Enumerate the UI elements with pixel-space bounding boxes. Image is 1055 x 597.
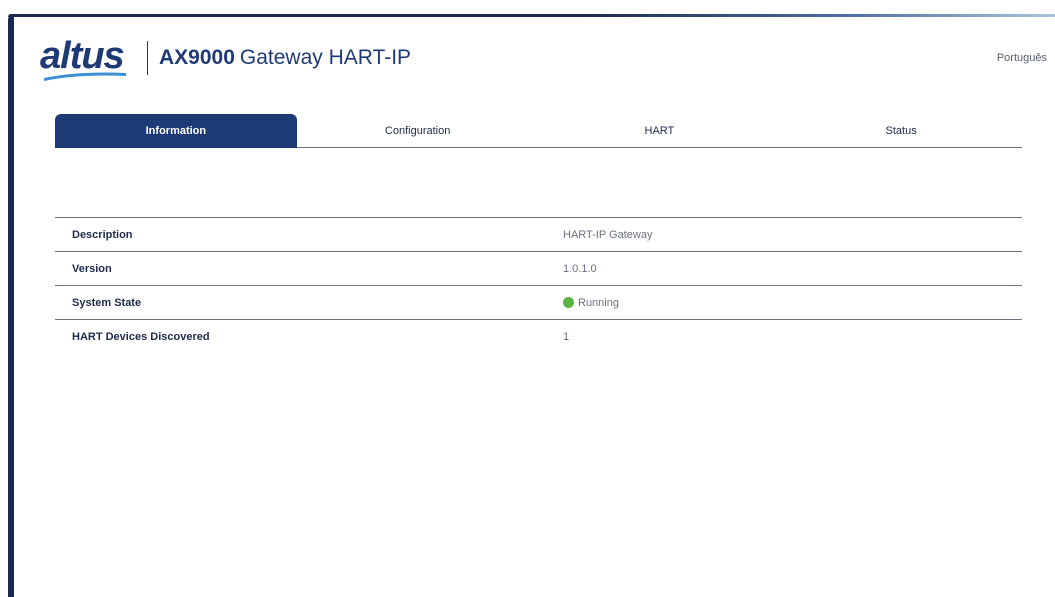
row-label: HART Devices Discovered [72, 330, 210, 343]
table-row: System State Running [55, 285, 1022, 319]
table-row: HART Devices Discovered 1 [55, 319, 1022, 353]
row-value: 1 [563, 330, 570, 343]
language-link[interactable]: Português [997, 52, 1047, 64]
system-state-text: Running [578, 296, 619, 309]
altus-logo-icon: altus [40, 35, 126, 81]
main-tabs: Information Configuration HART Status [55, 114, 1022, 148]
status-green-dot-icon [563, 297, 574, 308]
product-title: AX9000 Gateway HART-IP [159, 45, 411, 71]
altus-logo: altus [38, 33, 138, 85]
row-label: System State [72, 296, 142, 309]
tab-status[interactable]: Status [780, 114, 1022, 148]
information-table: Description HART-IP Gateway Version 1.0.… [55, 217, 1022, 353]
row-value: HART-IP Gateway [563, 228, 653, 241]
altus-logo-text: altus [40, 35, 124, 77]
table-row: Description HART-IP Gateway [55, 217, 1022, 251]
tab-information[interactable]: Information [55, 114, 297, 148]
tab-hart[interactable]: HART [539, 114, 781, 148]
page-content: altus AX9000 Gateway HART-IP Português In… [14, 17, 1055, 597]
product-model: AX9000 [159, 46, 235, 69]
header-divider [147, 41, 148, 75]
table-row: Version 1.0.1.0 [55, 251, 1022, 285]
row-value: 1.0.1.0 [563, 262, 597, 275]
row-label: Version [72, 262, 112, 275]
page-header: altus AX9000 Gateway HART-IP Português [14, 17, 1055, 97]
row-label: Description [72, 228, 133, 241]
tab-configuration[interactable]: Configuration [297, 114, 539, 148]
system-state-value: Running [563, 297, 619, 309]
app-window: altus AX9000 Gateway HART-IP Português In… [0, 0, 1055, 597]
product-name: Gateway HART-IP [239, 46, 412, 69]
